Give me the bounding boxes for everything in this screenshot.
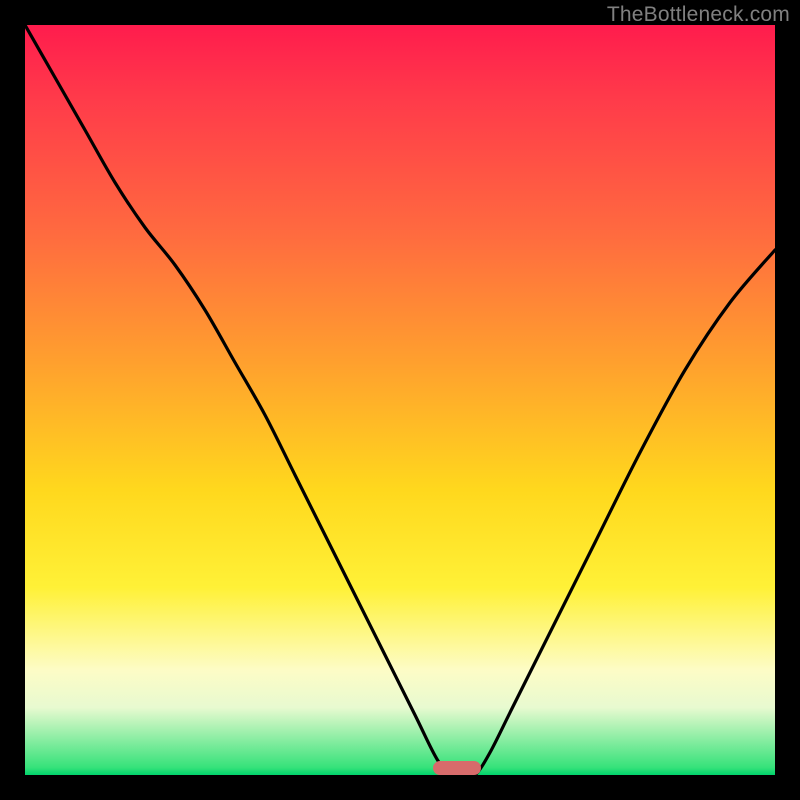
watermark-text: TheBottleneck.com — [607, 3, 790, 27]
chart-plot-area — [25, 25, 775, 775]
optimal-marker — [433, 761, 481, 775]
bottleneck-curve — [25, 25, 775, 775]
